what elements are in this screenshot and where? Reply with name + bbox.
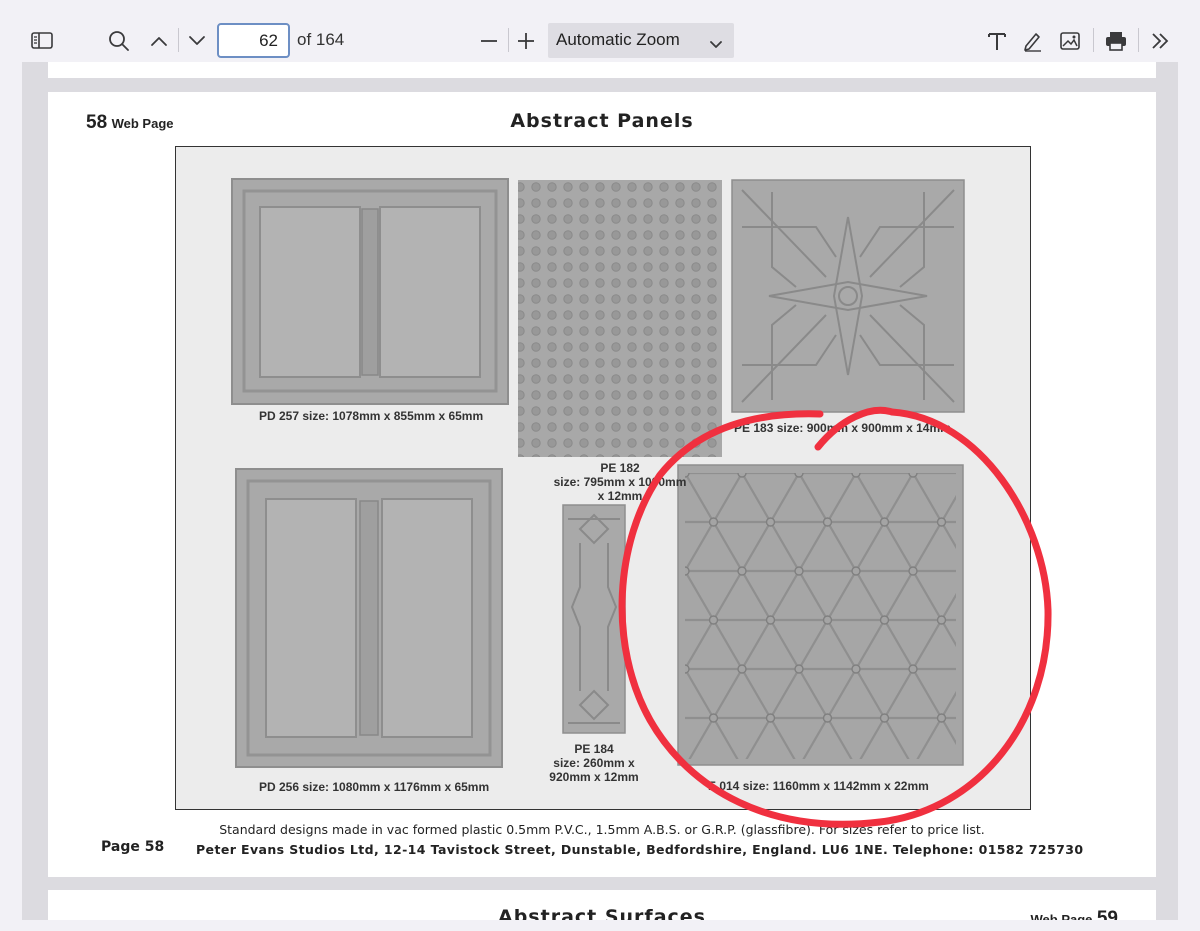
next-page-button[interactable] [179,24,215,58]
panel-pd256 [235,468,503,768]
footer-page-number: Page 58 [101,839,165,855]
previous-page-button[interactable] [141,24,177,58]
page-title: Abstract Panels [510,110,694,132]
caption-pe183: PE 183 size: 900mm x 900mm x 14mm [734,421,951,435]
caption-pe184-code: PE 184 [574,742,614,756]
pdf-page: 58 Web Page Abstract Panels PD 257 size:… [48,92,1156,877]
panel-e014 [677,464,964,766]
text-tool-icon[interactable] [979,24,1015,58]
print-icon[interactable] [1098,24,1134,58]
search-icon[interactable] [101,24,137,58]
document-viewer[interactable]: 58 Web Page Abstract Panels PD 257 size:… [22,62,1178,920]
sidebar-toggle-icon[interactable] [24,24,60,58]
zoom-select-value: Automatic Zoom [556,30,680,49]
toolbar-separator [1093,28,1094,52]
previous-page-edge [48,62,1156,78]
caption-pe182-size: size: 795mm x 1090mm [553,475,687,489]
catalogue-photo: PD 257 size: 1078mm x 855mm x 65mm PE 18… [175,146,1031,810]
next-page-number-header: Web Page 59 [1031,908,1118,920]
caption-pd257: PD 257 size: 1078mm x 855mm x 65mm [259,409,484,423]
caption-pe184-size: size: 260mm x [553,756,635,770]
more-tools-icon[interactable] [1142,24,1178,58]
caption-pe182-code: PE 182 [600,461,640,475]
next-page-number-large: 59 [1096,908,1118,920]
toolbar-separator [1138,28,1139,52]
panel-pe183 [731,179,965,413]
next-page-number-label: Web Page [1030,912,1093,920]
next-page-preview: Abstract Surfaces Web Page 59 [48,890,1156,920]
panel-pe182 [518,180,722,457]
footer-address: Peter Evans Studios Ltd, 12-14 Tavistock… [196,842,1084,857]
image-tool-icon[interactable] [1052,24,1088,58]
caption-pe184: PE 184 size: 260mm x 920mm x 12mm [540,742,648,784]
caption-pe182: PE 182 size: 795mm x 1090mm x 12mm [520,461,720,503]
page-number-input[interactable]: 62 [217,23,290,58]
page-count-label: of 164 [297,30,345,49]
footer-materials-note: Standard designs made in vac formed plas… [219,822,985,837]
caption-pe182-depth: x 12mm [597,489,643,503]
caption-e014: E 014 size: 1160mm x 1142mm x 22mm [708,779,929,793]
zoom-select[interactable]: Automatic Zoom [548,23,734,58]
draw-pen-icon[interactable] [1015,24,1051,58]
chevron-down-icon [710,34,722,54]
zoom-out-button[interactable] [471,24,507,58]
caption-pe184-depth: 920mm x 12mm [549,770,639,784]
panel-pe184 [562,504,626,734]
next-page-title: Abstract Surfaces [498,906,706,920]
panel-pd257 [231,178,509,405]
caption-pd256: PD 256 size: 1080mm x 1176mm x 65mm [259,780,490,794]
zoom-in-button[interactable] [508,24,544,58]
